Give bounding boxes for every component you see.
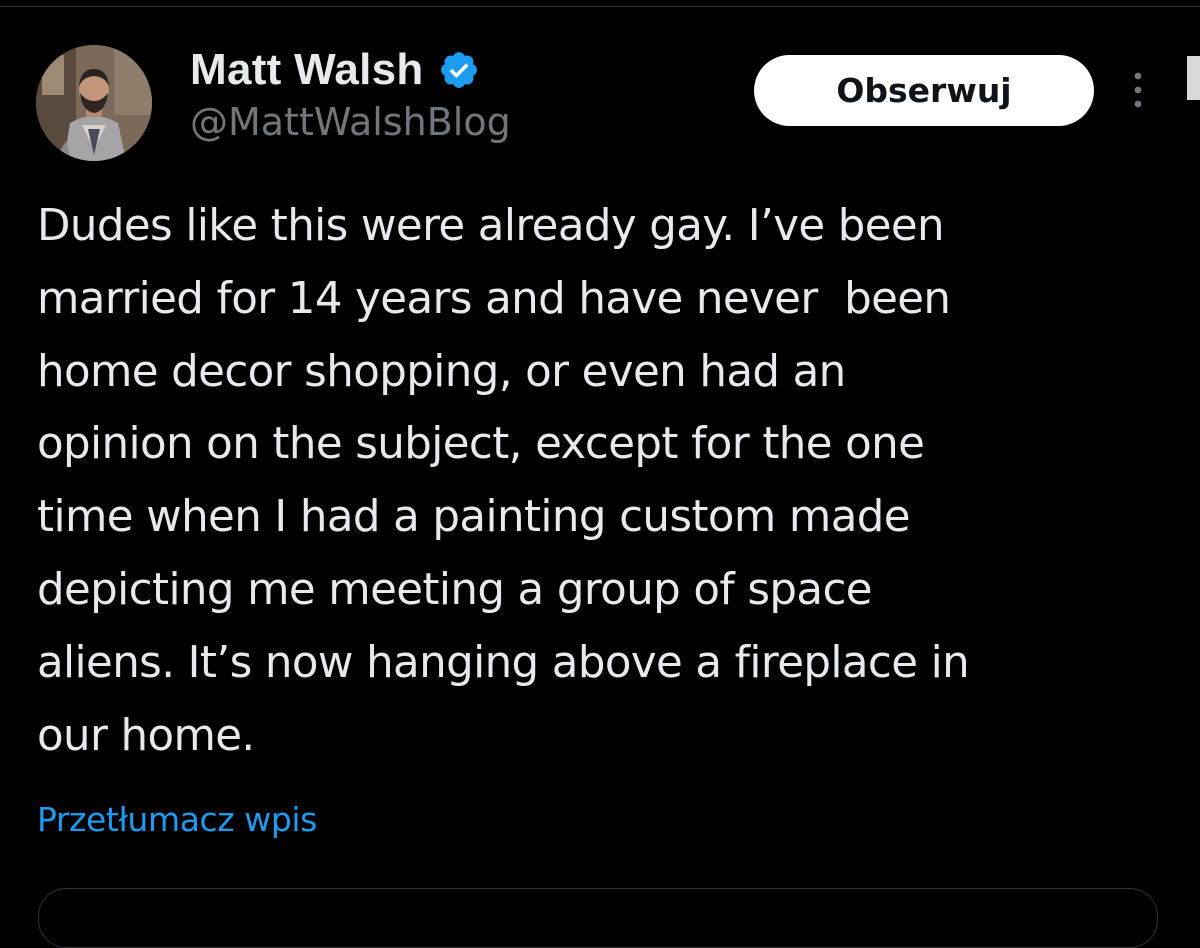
author-name-row: Matt Walsh xyxy=(190,42,480,98)
follow-button[interactable]: Obserwuj xyxy=(754,55,1094,126)
author-display-name[interactable]: Matt Walsh xyxy=(190,45,424,95)
author-handle[interactable]: @MattWalshBlog xyxy=(190,100,511,144)
scrollbar-thumb[interactable] xyxy=(1187,56,1200,100)
verified-badge-icon xyxy=(438,49,480,91)
tweet-text: Dudes like this were already gay. I’ve b… xyxy=(37,201,970,761)
more-vertical-icon[interactable] xyxy=(1124,68,1152,112)
translate-post-link[interactable]: Przetłumacz wpis xyxy=(37,800,317,839)
avatar[interactable] xyxy=(36,45,152,161)
top-divider xyxy=(0,6,1200,7)
embedded-card[interactable] xyxy=(38,888,1158,948)
avatar-photo xyxy=(36,45,152,161)
